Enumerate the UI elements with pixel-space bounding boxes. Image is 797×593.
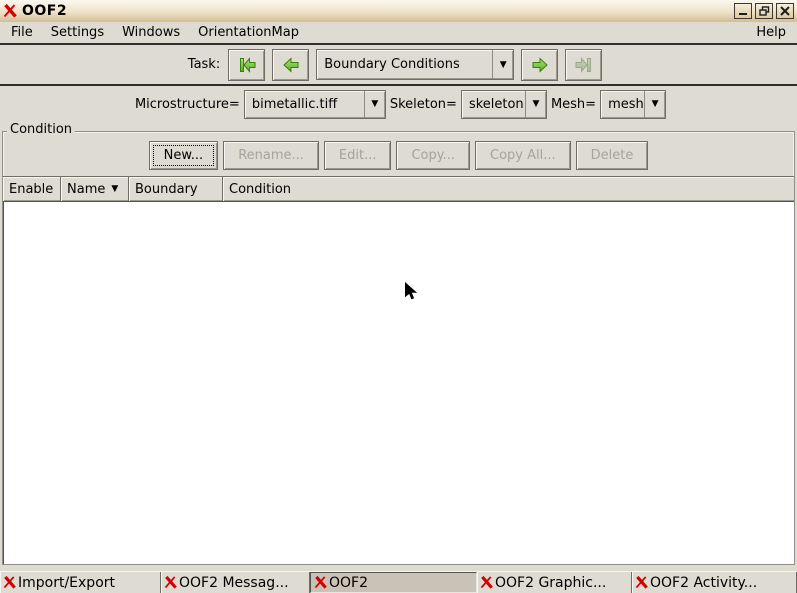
task-select-value: Boundary Conditions: [324, 57, 460, 72]
chevron-down-icon: ▼: [524, 90, 546, 118]
column-header-name[interactable]: Name ▼: [61, 177, 129, 201]
microstructure-value: bimetallic.tiff: [251, 96, 338, 112]
maximize-icon: [758, 6, 769, 16]
last-task-button: [565, 48, 603, 81]
close-button[interactable]: [776, 3, 794, 19]
next-arrow-icon: [532, 56, 548, 73]
close-icon: [780, 6, 790, 16]
skip-to-last-arrow-icon: [575, 56, 591, 73]
delete-button: Delete: [575, 141, 649, 170]
skip-to-first-arrow-icon: [239, 56, 256, 73]
oof2-main-window: OOF2 File Settings Windows OrientationMa…: [0, 0, 797, 593]
previous-arrow-icon: [282, 56, 299, 73]
chevron-down-icon: ▼: [492, 50, 513, 79]
x11-logo-icon: [3, 576, 17, 589]
previous-task-button[interactable]: [272, 48, 310, 81]
menu-orientationmap[interactable]: OrientationMap: [189, 22, 308, 43]
next-task-button[interactable]: [521, 48, 559, 81]
mesh-select[interactable]: mesh ▼: [600, 89, 667, 119]
first-task-button[interactable]: [228, 48, 266, 81]
copy-all-button: Copy All...: [475, 141, 571, 170]
titlebar[interactable]: OOF2: [0, 0, 797, 22]
skeleton-select[interactable]: skeleton ▼: [460, 89, 547, 119]
condition-table-header: Enable Name ▼ Boundary Condition: [3, 176, 794, 201]
x11-logo-icon: [480, 576, 494, 589]
edit-button: Edit...: [323, 141, 392, 170]
condition-list[interactable]: [3, 201, 794, 564]
menubar: File Settings Windows OrientationMap Hel…: [0, 22, 797, 45]
condition-frame-label: Condition: [7, 122, 76, 137]
taskbar-item-oof2-activity[interactable]: OOF2 Activity...: [632, 572, 797, 593]
main-panel: Condition New... Rename... Edit... Copy.…: [0, 122, 797, 571]
x11-logo-icon: [314, 576, 328, 589]
skeleton-value: skeleton: [468, 96, 524, 112]
minimize-button[interactable]: [734, 3, 752, 19]
sort-descending-icon: ▼: [111, 184, 119, 194]
taskbar-item-oof2-graphics[interactable]: OOF2 Graphic...: [477, 572, 632, 593]
condition-button-row: New... Rename... Edit... Copy... Copy Al…: [3, 141, 794, 170]
x11-logo-icon: [164, 576, 178, 589]
microstructure-label: Microstructure=: [134, 96, 240, 112]
taskbar-item-import-export[interactable]: Import/Export: [0, 572, 161, 593]
task-label: Task:: [187, 57, 221, 72]
new-button[interactable]: New...: [148, 141, 219, 170]
context-row: Microstructure= bimetallic.tiff ▼ Skelet…: [0, 86, 797, 122]
microstructure-select[interactable]: bimetallic.tiff ▼: [243, 89, 386, 119]
condition-frame: Condition New... Rename... Edit... Copy.…: [2, 122, 795, 565]
mesh-label: Mesh=: [550, 96, 597, 112]
task-navigation-row: Task: Boundary Conditions ▼: [0, 45, 797, 86]
chevron-down-icon: ▼: [644, 90, 665, 118]
window-title: OOF2: [22, 3, 68, 19]
menu-file[interactable]: File: [2, 22, 42, 43]
minimize-icon: [739, 13, 747, 15]
column-header-condition[interactable]: Condition: [223, 177, 794, 201]
task-select[interactable]: Boundary Conditions ▼: [316, 49, 515, 80]
taskbar-item-oof2-messages[interactable]: OOF2 Messag...: [161, 572, 310, 593]
column-header-boundary[interactable]: Boundary: [129, 177, 223, 201]
x11-logo-icon: [635, 576, 649, 589]
desktop-taskbar: Import/Export OOF2 Messag... OOF2 OOF2 G…: [0, 571, 797, 593]
menu-settings[interactable]: Settings: [42, 22, 113, 43]
taskbar-item-oof2[interactable]: OOF2: [310, 572, 477, 593]
column-header-enable[interactable]: Enable: [3, 177, 61, 201]
x11-logo-icon: [3, 4, 18, 18]
menu-windows[interactable]: Windows: [113, 22, 189, 43]
menu-help[interactable]: Help: [747, 22, 795, 43]
skeleton-label: Skeleton=: [389, 96, 457, 112]
copy-button: Copy...: [396, 141, 471, 170]
rename-button: Rename...: [223, 141, 319, 170]
chevron-down-icon: ▼: [363, 90, 385, 118]
mesh-value: mesh: [608, 96, 644, 112]
maximize-button[interactable]: [755, 3, 773, 19]
